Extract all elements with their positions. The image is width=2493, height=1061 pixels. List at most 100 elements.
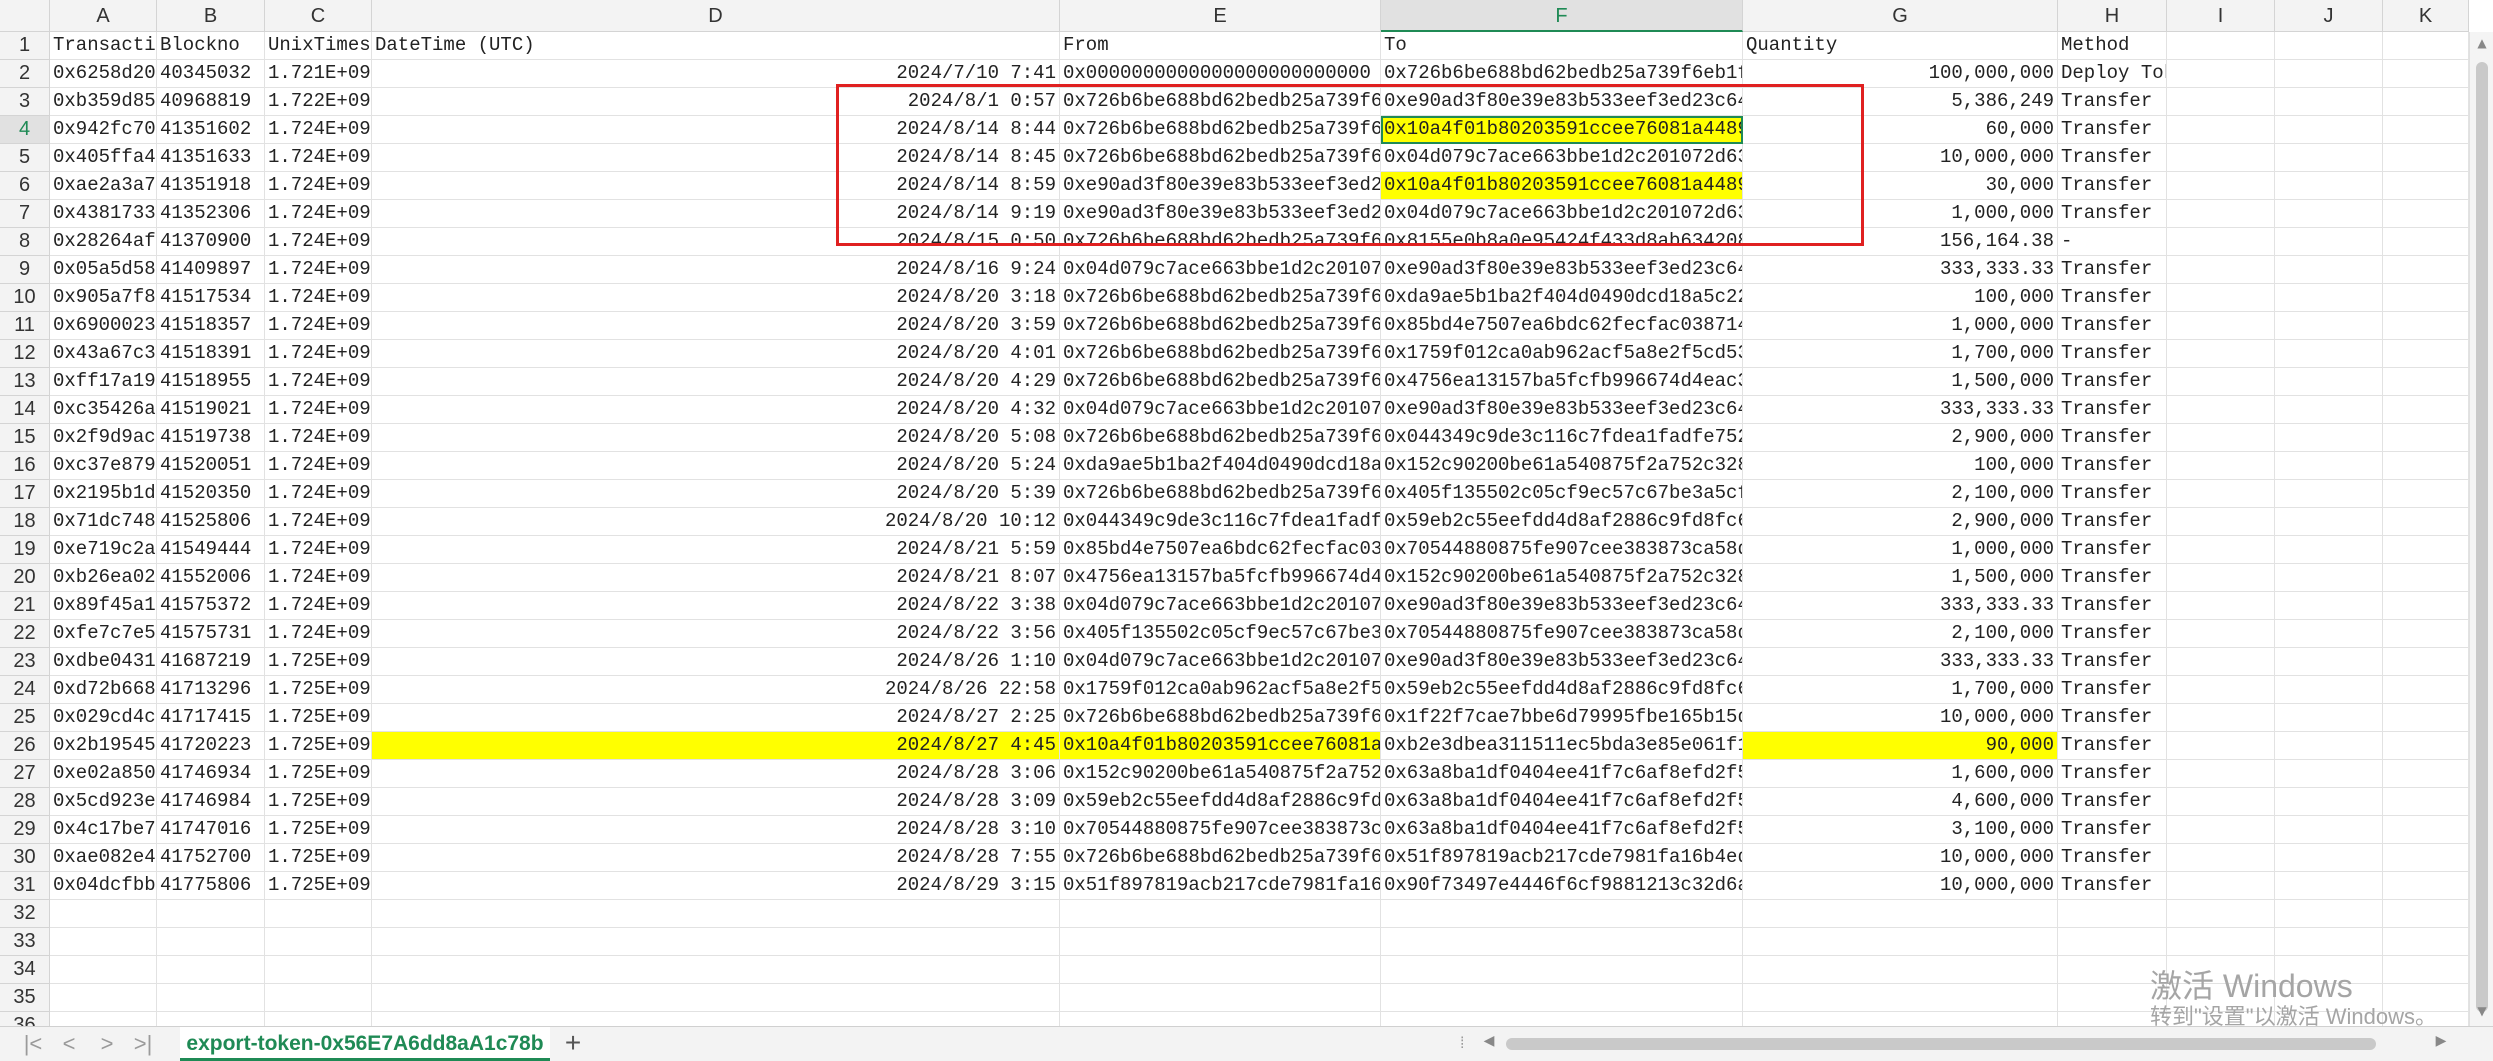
cell-b32[interactable] xyxy=(157,900,265,928)
cell-g32[interactable] xyxy=(1743,900,2058,928)
row-header-11[interactable]: 11 xyxy=(0,312,50,340)
cell-g22[interactable]: 2,100,000 xyxy=(1743,620,2058,648)
first-sheet-icon[interactable]: |< xyxy=(18,1031,48,1057)
row-header-14[interactable]: 14 xyxy=(0,396,50,424)
cell-g33[interactable] xyxy=(1743,928,2058,956)
cell-b5[interactable]: 41351633 xyxy=(157,144,265,172)
cell-i26[interactable] xyxy=(2167,732,2275,760)
cell-g21[interactable]: 333,333.33 xyxy=(1743,592,2058,620)
cell-c1[interactable]: UnixTimestamp xyxy=(265,32,372,60)
scroll-up-icon[interactable]: ▲ xyxy=(2474,36,2490,54)
column-header-d[interactable]: D xyxy=(372,0,1060,32)
cell-k19[interactable] xyxy=(2383,536,2469,564)
cell-a10[interactable]: 0x905a7f87 xyxy=(50,284,157,312)
cell-j18[interactable] xyxy=(2275,508,2383,536)
row-header-23[interactable]: 23 xyxy=(0,648,50,676)
scroll-right-icon[interactable]: ▶ xyxy=(2432,1033,2450,1055)
spreadsheet-grid[interactable]: ABCDEFGHIJK 1 2 3 4 5 6 7 8 9 10 11 12 13 14 15 16 17 18 1… xyxy=(0,0,2493,1026)
cell-g1[interactable]: Quantity xyxy=(1743,32,2058,60)
cell-c22[interactable]: 1.724E+09 xyxy=(265,620,372,648)
column-header-g[interactable]: G xyxy=(1743,0,2058,32)
cell-i31[interactable] xyxy=(2167,872,2275,900)
cell-a32[interactable] xyxy=(50,900,157,928)
cell-i22[interactable] xyxy=(2167,620,2275,648)
last-sheet-icon[interactable]: >| xyxy=(128,1031,158,1057)
cell-b24[interactable]: 41713296 xyxy=(157,676,265,704)
cell-h9[interactable]: Transfer xyxy=(2058,256,2167,284)
row-header-18[interactable]: 18 xyxy=(0,508,50,536)
cell-c30[interactable]: 1.725E+09 xyxy=(265,844,372,872)
cell-j32[interactable] xyxy=(2275,900,2383,928)
cell-h25[interactable]: Transfer xyxy=(2058,704,2167,732)
cell-g31[interactable]: 10,000,000 xyxy=(1743,872,2058,900)
select-all-corner[interactable] xyxy=(0,0,50,32)
cell-g24[interactable]: 1,700,000 xyxy=(1743,676,2058,704)
cell-b21[interactable]: 41575372 xyxy=(157,592,265,620)
cell-i25[interactable] xyxy=(2167,704,2275,732)
cell-f15[interactable]: 0x044349c9de3c116c7fdea1fadfe7527 xyxy=(1381,424,1743,452)
cell-i28[interactable] xyxy=(2167,788,2275,816)
row-header-4[interactable]: 4 xyxy=(0,116,50,144)
cell-c28[interactable]: 1.725E+09 xyxy=(265,788,372,816)
cell-h20[interactable]: Transfer xyxy=(2058,564,2167,592)
cell-k4[interactable] xyxy=(2383,116,2469,144)
cell-c32[interactable] xyxy=(265,900,372,928)
cell-e12[interactable]: 0x726b6be688bd62bedb25a739f6e xyxy=(1060,340,1381,368)
cell-d24[interactable]: 2024/8/26 22:58 xyxy=(372,676,1060,704)
cell-a12[interactable]: 0x43a67c34 xyxy=(50,340,157,368)
cell-g11[interactable]: 1,000,000 xyxy=(1743,312,2058,340)
cell-e30[interactable]: 0x726b6be688bd62bedb25a739f6e xyxy=(1060,844,1381,872)
cell-j6[interactable] xyxy=(2275,172,2383,200)
row-header-3[interactable]: 3 xyxy=(0,88,50,116)
cell-b18[interactable]: 41525806 xyxy=(157,508,265,536)
sheet-tab-export-token[interactable]: export-token-0x56E7A6dd8aA1c78b xyxy=(180,1027,550,1061)
row-header-12[interactable]: 12 xyxy=(0,340,50,368)
cell-b14[interactable]: 41519021 xyxy=(157,396,265,424)
cell-h26[interactable]: Transfer xyxy=(2058,732,2167,760)
cell-j30[interactable] xyxy=(2275,844,2383,872)
cell-j10[interactable] xyxy=(2275,284,2383,312)
cell-e9[interactable]: 0x04d079c7ace663bbe1d2c201072 xyxy=(1060,256,1381,284)
cell-g28[interactable]: 4,600,000 xyxy=(1743,788,2058,816)
cell-c3[interactable]: 1.722E+09 xyxy=(265,88,372,116)
row-header-16[interactable]: 16 xyxy=(0,452,50,480)
column-header-b[interactable]: B xyxy=(157,0,265,32)
row-header-33[interactable]: 33 xyxy=(0,928,50,956)
cell-i7[interactable] xyxy=(2167,200,2275,228)
cell-g13[interactable]: 1,500,000 xyxy=(1743,368,2058,396)
cell-j22[interactable] xyxy=(2275,620,2383,648)
cell-k27[interactable] xyxy=(2383,760,2469,788)
cell-a21[interactable]: 0x89f45a1b xyxy=(50,592,157,620)
cell-i33[interactable] xyxy=(2167,928,2275,956)
cell-c18[interactable]: 1.724E+09 xyxy=(265,508,372,536)
cell-a14[interactable]: 0xc35426a1 xyxy=(50,396,157,424)
cell-f25[interactable]: 0x1f22f7cae7bbe6d79995fbe165b15d4 xyxy=(1381,704,1743,732)
cell-c25[interactable]: 1.725E+09 xyxy=(265,704,372,732)
cell-e18[interactable]: 0x044349c9de3c116c7fdea1fadfe xyxy=(1060,508,1381,536)
cell-k33[interactable] xyxy=(2383,928,2469,956)
cell-d29[interactable]: 2024/8/28 3:10 xyxy=(372,816,1060,844)
cell-i15[interactable] xyxy=(2167,424,2275,452)
cell-j21[interactable] xyxy=(2275,592,2383,620)
cell-f31[interactable]: 0x90f73497e4446f6cf9881213c32d6a1 xyxy=(1381,872,1743,900)
cell-a28[interactable]: 0x5cd923eb xyxy=(50,788,157,816)
cell-e17[interactable]: 0x726b6be688bd62bedb25a739f6e xyxy=(1060,480,1381,508)
cell-a20[interactable]: 0xb26ea02c xyxy=(50,564,157,592)
cell-g36[interactable] xyxy=(1743,1012,2058,1026)
cell-f35[interactable] xyxy=(1381,984,1743,1012)
cell-i27[interactable] xyxy=(2167,760,2275,788)
cell-g30[interactable]: 10,000,000 xyxy=(1743,844,2058,872)
cell-e25[interactable]: 0x726b6be688bd62bedb25a739f6e xyxy=(1060,704,1381,732)
cell-k11[interactable] xyxy=(2383,312,2469,340)
cell-d16[interactable]: 2024/8/20 5:24 xyxy=(372,452,1060,480)
row-header-1[interactable]: 1 xyxy=(0,32,50,60)
cell-c17[interactable]: 1.724E+09 xyxy=(265,480,372,508)
cell-h30[interactable]: Transfer xyxy=(2058,844,2167,872)
cell-a7[interactable]: 0x43817339 xyxy=(50,200,157,228)
cell-j20[interactable] xyxy=(2275,564,2383,592)
cell-c31[interactable]: 1.725E+09 xyxy=(265,872,372,900)
cell-e21[interactable]: 0x04d079c7ace663bbe1d2c201072 xyxy=(1060,592,1381,620)
cell-a31[interactable]: 0x04dcfbb6 xyxy=(50,872,157,900)
cell-a9[interactable]: 0x05a5d581 xyxy=(50,256,157,284)
cell-a3[interactable]: 0xb359d851 xyxy=(50,88,157,116)
